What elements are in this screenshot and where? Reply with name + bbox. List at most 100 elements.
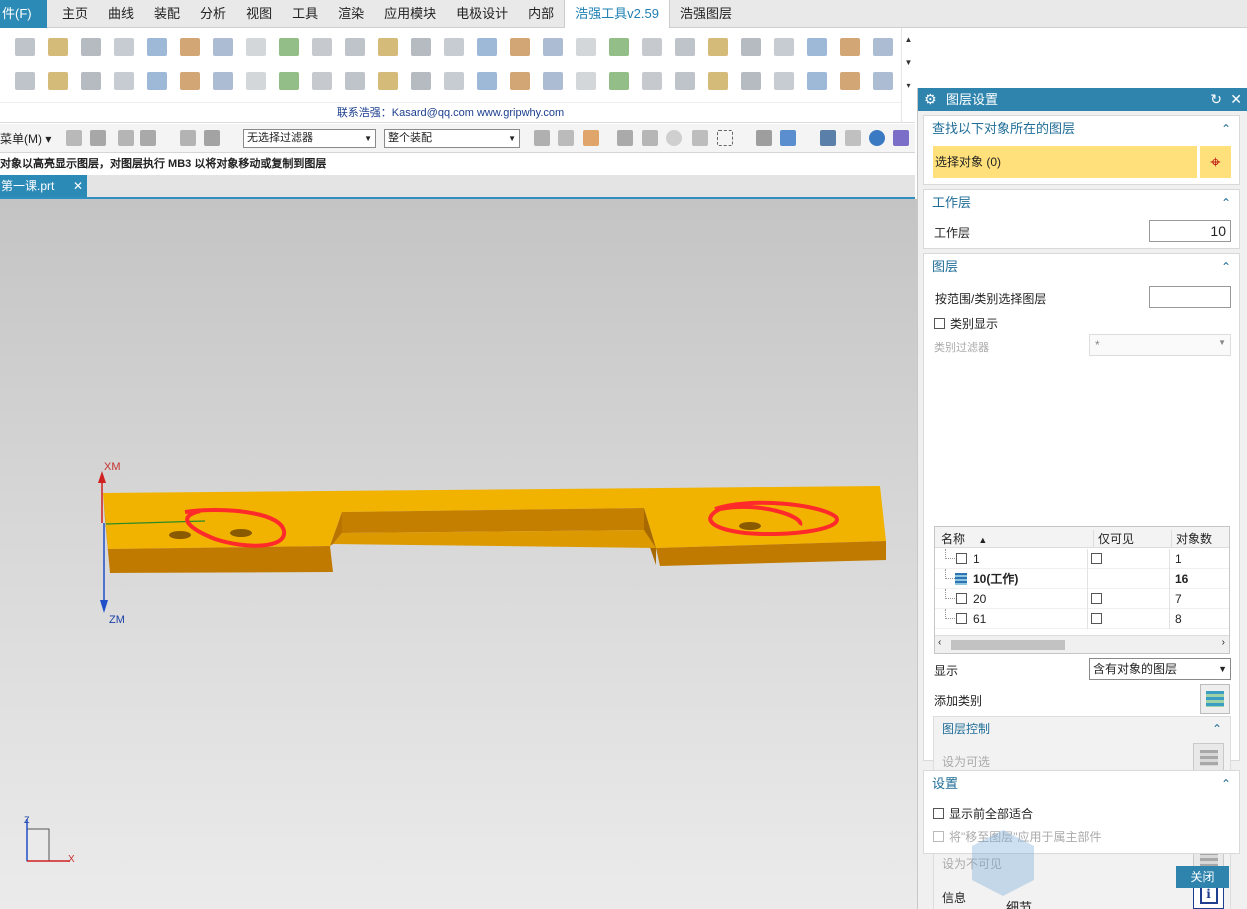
ribbon-scroll[interactable]: ▲ ▼ ▾ bbox=[901, 28, 915, 123]
graphics-viewport[interactable]: XM ZM Z X bbox=[0, 199, 917, 909]
layer-row[interactable]: 61 8 bbox=[935, 609, 1229, 629]
curve-icon[interactable] bbox=[503, 66, 536, 96]
gear-circle-icon[interactable] bbox=[206, 32, 239, 62]
category-show-checkbox[interactable]: 类别显示 bbox=[934, 315, 998, 332]
bar-icon[interactable] bbox=[833, 32, 866, 62]
grid-icon[interactable] bbox=[107, 32, 140, 62]
collapse-icon[interactable]: ⌃ bbox=[1221, 190, 1231, 216]
circle-icon[interactable] bbox=[206, 66, 239, 96]
letter-a-icon[interactable] bbox=[635, 66, 668, 96]
refresh-gear-icon[interactable] bbox=[767, 66, 800, 96]
mold-icon[interactable] bbox=[41, 32, 74, 62]
close-icon[interactable]: ✕ bbox=[1230, 88, 1242, 111]
shape-icon[interactable] bbox=[602, 66, 635, 96]
deselect-icon[interactable] bbox=[118, 130, 134, 146]
add-category-button[interactable] bbox=[1200, 684, 1230, 714]
menu-item[interactable]: 渲染 bbox=[328, 0, 374, 28]
col-name[interactable]: 名称 ▲ bbox=[941, 530, 987, 547]
layers-section-header[interactable]: 图层 ⌃ bbox=[924, 254, 1239, 280]
table-icon[interactable] bbox=[437, 66, 470, 96]
tree-icon[interactable] bbox=[536, 32, 569, 62]
layer-visible-checkbox[interactable] bbox=[956, 593, 967, 604]
bear-icon[interactable] bbox=[239, 66, 272, 96]
dice-icon[interactable] bbox=[833, 66, 866, 96]
menu-dropdown[interactable]: 菜单(M) ▾ bbox=[0, 130, 51, 147]
plug-icon[interactable] bbox=[74, 32, 107, 62]
cross-icon[interactable] bbox=[173, 32, 206, 62]
drf-icon[interactable] bbox=[668, 66, 701, 96]
menu-item[interactable]: 应用模块 bbox=[374, 0, 446, 28]
snap-point-icon[interactable] bbox=[534, 130, 550, 146]
render-icon[interactable] bbox=[780, 130, 796, 146]
close-button[interactable]: 关闭 bbox=[1176, 866, 1229, 888]
zoom-icon[interactable] bbox=[845, 130, 861, 146]
stripe-icon[interactable] bbox=[734, 66, 767, 96]
visible-only-checkbox[interactable] bbox=[1091, 593, 1102, 604]
collapse-icon[interactable]: ⌃ bbox=[1212, 717, 1222, 741]
collapse-icon[interactable]: ⌃ bbox=[1221, 116, 1231, 142]
fit-icon[interactable] bbox=[820, 130, 836, 146]
work-layer-input[interactable]: 10 bbox=[1149, 220, 1231, 242]
bolt-icon[interactable] bbox=[107, 66, 140, 96]
cylinder-icon[interactable] bbox=[305, 32, 338, 62]
doc-tab-close-icon[interactable]: ✕ bbox=[73, 175, 83, 197]
rotate-icon[interactable] bbox=[869, 130, 885, 146]
inch-mm-icon[interactable] bbox=[701, 66, 734, 96]
menu-item[interactable]: 工具 bbox=[282, 0, 328, 28]
reset-icon[interactable]: ↻ bbox=[1210, 88, 1222, 111]
find-section-header[interactable]: 查找以下对象所在的图层 ⌃ bbox=[924, 116, 1239, 142]
tick-icon[interactable] bbox=[8, 66, 41, 96]
menu-item[interactable]: 分析 bbox=[190, 0, 236, 28]
kg-icon[interactable] bbox=[404, 32, 437, 62]
col-count[interactable]: 对象数 bbox=[1171, 530, 1212, 548]
snap-icon[interactable] bbox=[204, 130, 220, 146]
blue-cube-icon[interactable] bbox=[437, 32, 470, 62]
layer-row[interactable]: 10(工作) 16 bbox=[935, 569, 1229, 589]
menu-item[interactable]: 内部 bbox=[518, 0, 564, 28]
layer-visible-checkbox[interactable] bbox=[956, 613, 967, 624]
select-group-icon[interactable] bbox=[90, 130, 106, 146]
endpoint-icon[interactable] bbox=[617, 130, 633, 146]
list-icon[interactable] bbox=[140, 130, 156, 146]
solid-icon[interactable] bbox=[536, 66, 569, 96]
pillar-icon[interactable] bbox=[272, 32, 305, 62]
type-filter-select[interactable]: 无选择过滤器 ▼ bbox=[243, 129, 376, 148]
menu-item[interactable]: 视图 bbox=[236, 0, 282, 28]
fit-before-show-checkbox[interactable]: 显示前全部适合 bbox=[933, 805, 1033, 822]
display-select[interactable]: 含有对象的图层 ▼ bbox=[1089, 658, 1231, 680]
box-icon[interactable] bbox=[767, 32, 800, 62]
select-icon[interactable] bbox=[66, 130, 82, 146]
green-cubes-icon[interactable] bbox=[470, 32, 503, 62]
fork-icon[interactable] bbox=[338, 66, 371, 96]
range-select-input[interactable] bbox=[1149, 286, 1231, 308]
quadrant-icon[interactable] bbox=[692, 130, 708, 146]
visible-only-checkbox[interactable] bbox=[1091, 553, 1102, 564]
menu-item[interactable]: 装配 bbox=[144, 0, 190, 28]
work-section-header[interactable]: 工作层 ⌃ bbox=[924, 190, 1239, 216]
step-icon[interactable] bbox=[668, 32, 701, 62]
block-icon[interactable] bbox=[8, 32, 41, 62]
slot-icon[interactable] bbox=[800, 32, 833, 62]
layer-visible-checkbox[interactable] bbox=[956, 553, 967, 564]
color-cube-icon[interactable] bbox=[569, 66, 602, 96]
menu-item[interactable]: 曲线 bbox=[98, 0, 144, 28]
set-selectable-button[interactable] bbox=[1193, 743, 1224, 773]
menu-item[interactable]: 主页 bbox=[52, 0, 98, 28]
pointer-icon[interactable] bbox=[558, 130, 574, 146]
scope-select[interactable]: 整个装配 ▼ bbox=[384, 129, 520, 148]
solid-view-icon[interactable] bbox=[756, 130, 772, 146]
layers-icon[interactable] bbox=[569, 32, 602, 62]
funnel-icon[interactable] bbox=[305, 66, 338, 96]
tab-icon[interactable] bbox=[140, 66, 173, 96]
plate-icon[interactable] bbox=[74, 66, 107, 96]
split-icon[interactable] bbox=[371, 66, 404, 96]
hammer-icon[interactable] bbox=[173, 66, 206, 96]
layer-row[interactable]: 11 bbox=[935, 549, 1229, 569]
frame-icon[interactable] bbox=[140, 32, 173, 62]
rectangle-select-icon[interactable] bbox=[717, 130, 733, 146]
layer-control-header[interactable]: 图层控制 ⌃ bbox=[934, 717, 1230, 741]
pnc-icon[interactable] bbox=[41, 66, 74, 96]
collapse-icon[interactable]: ⌃ bbox=[1221, 254, 1231, 280]
box-select-icon[interactable] bbox=[583, 130, 599, 146]
panel-icon[interactable] bbox=[866, 32, 899, 62]
